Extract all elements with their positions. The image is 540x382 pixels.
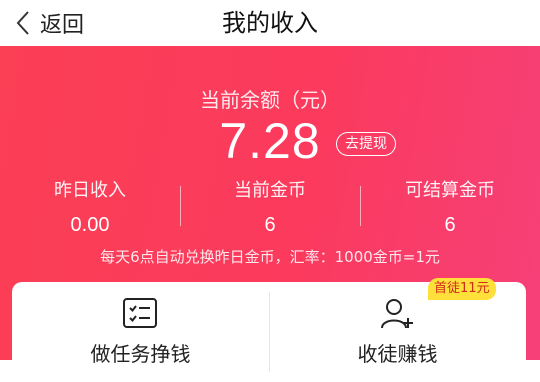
earn-actions-card: 做任务挣钱 收徒赚钱 首徒11元 xyxy=(12,278,526,382)
stat-label: 当前金币 xyxy=(234,180,306,201)
withdraw-button[interactable]: 去提现 xyxy=(336,132,396,156)
stat-yesterday-income: 昨日收入 0.00 xyxy=(0,176,180,237)
add-user-icon xyxy=(379,296,415,332)
stat-label: 昨日收入 xyxy=(54,180,126,201)
balance-label: 当前余额（元） xyxy=(200,88,340,112)
exchange-rate-note: 每天6点自动兑换昨日金币，汇率：1000金币=1元 xyxy=(100,248,440,266)
stat-value: 6 xyxy=(264,214,276,236)
stat-value: 6 xyxy=(444,214,456,236)
do-tasks-button[interactable]: 做任务挣钱 xyxy=(12,282,269,382)
stat-divider xyxy=(360,186,361,226)
income-summary-panel: 当前余额（元） 7.28 去提现 昨日收入 0.00 当前金币 6 可结算金币 … xyxy=(0,46,540,382)
stats-row: 昨日收入 0.00 当前金币 6 可结算金币 6 xyxy=(0,176,540,246)
balance-value: 7.28 xyxy=(219,113,321,169)
first-apprentice-badge: 首徒11元 xyxy=(428,278,496,300)
nav-bar: 返回 我的收入 xyxy=(0,0,540,46)
stat-value: 0.00 xyxy=(70,214,110,236)
recruit-apprentice-label: 收徒赚钱 xyxy=(357,342,438,366)
stat-label: 可结算金币 xyxy=(405,180,495,201)
stat-current-coins: 当前金币 6 xyxy=(180,176,360,237)
checklist-icon xyxy=(122,296,158,332)
stat-divider xyxy=(180,186,181,226)
do-tasks-label: 做任务挣钱 xyxy=(90,342,191,366)
page-title: 我的收入 xyxy=(222,9,318,37)
balance-row: 7.28 xyxy=(0,112,540,170)
stat-settleable-coins: 可结算金币 6 xyxy=(360,176,540,237)
